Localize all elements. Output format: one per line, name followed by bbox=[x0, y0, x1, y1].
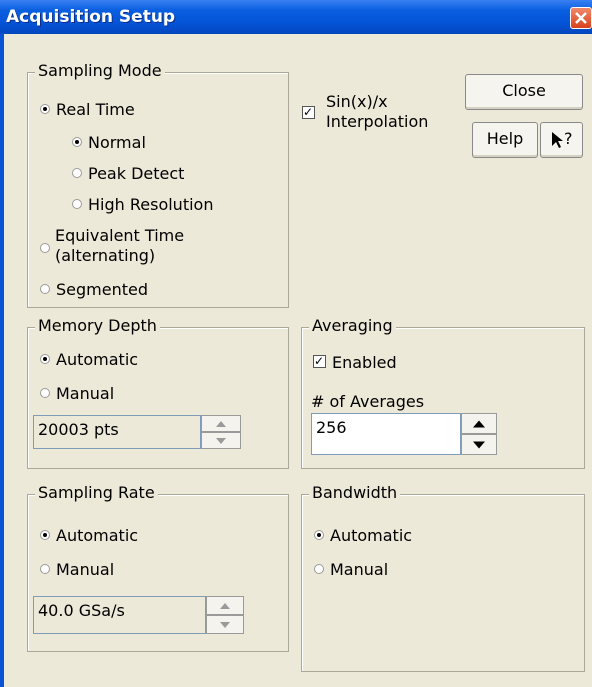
up-arrow-icon bbox=[473, 420, 485, 427]
radio-dot bbox=[314, 529, 324, 540]
radio-label: Equivalent Time bbox=[55, 226, 185, 245]
radio-label: Real Time bbox=[56, 100, 135, 119]
radio-label: Automatic bbox=[56, 350, 139, 369]
radio-label: Automatic bbox=[330, 526, 413, 545]
memory-depth-field[interactable]: 20003 pts bbox=[33, 415, 201, 449]
radio-dot bbox=[40, 387, 50, 398]
averaging-legend: Averaging bbox=[309, 316, 396, 336]
bandwidth-legend: Bandwidth bbox=[309, 483, 401, 503]
radio-label: High Resolution bbox=[88, 195, 214, 214]
spin-down-button[interactable] bbox=[206, 615, 244, 634]
radio-dot bbox=[40, 529, 50, 540]
radio-bandwidth-manual[interactable]: Manual bbox=[314, 560, 388, 580]
radio-dot bbox=[72, 167, 82, 178]
help-button[interactable]: Help bbox=[472, 122, 538, 158]
radio-dot bbox=[314, 563, 324, 574]
memory-depth-legend: Memory Depth bbox=[35, 316, 160, 336]
radio-rate-manual[interactable]: Manual bbox=[40, 560, 114, 580]
window-border bbox=[0, 34, 4, 687]
close-button[interactable]: Close bbox=[465, 74, 583, 110]
radio-dot bbox=[40, 243, 50, 253]
sampling-mode-legend: Sampling Mode bbox=[35, 61, 165, 81]
radio-label: Manual bbox=[56, 560, 115, 579]
radio-label: Automatic bbox=[56, 526, 139, 545]
window-title: Acquisition Setup bbox=[6, 7, 176, 27]
averages-count-label: # of Averages bbox=[311, 392, 425, 411]
radio-label-line2: (alternating) bbox=[55, 246, 156, 265]
radio-bandwidth-automatic[interactable]: Automatic bbox=[314, 526, 412, 546]
radio-high-resolution[interactable]: High Resolution bbox=[72, 195, 213, 215]
title-bar[interactable]: Acquisition Setup bbox=[0, 0, 592, 34]
radio-label: Segmented bbox=[56, 280, 148, 299]
radio-rate-automatic[interactable]: Automatic bbox=[40, 526, 138, 546]
radio-label: Peak Detect bbox=[88, 164, 185, 183]
radio-dot bbox=[40, 353, 50, 364]
down-arrow-icon bbox=[473, 441, 485, 448]
pointer-arrow-icon bbox=[552, 132, 563, 148]
down-arrow-icon bbox=[220, 621, 230, 628]
radio-memory-manual[interactable]: Manual bbox=[40, 384, 114, 404]
radio-dot bbox=[40, 103, 50, 114]
close-window-button[interactable] bbox=[570, 7, 592, 29]
up-arrow-icon bbox=[220, 602, 230, 609]
sinx-interpolation-checkbox[interactable]: Sin(x)/x Interpolation bbox=[302, 92, 452, 136]
radio-segmented[interactable]: Segmented bbox=[40, 280, 148, 300]
up-arrow-icon bbox=[216, 420, 226, 427]
radio-real-time[interactable]: Real Time bbox=[40, 100, 135, 120]
radio-peak-detect[interactable]: Peak Detect bbox=[72, 164, 184, 184]
averages-spinner[interactable] bbox=[461, 413, 497, 455]
radio-memory-automatic[interactable]: Automatic bbox=[40, 350, 138, 370]
sampling-rate-spinner[interactable] bbox=[206, 596, 244, 634]
radio-dot bbox=[40, 563, 50, 574]
averages-count-field[interactable]: 256 bbox=[311, 413, 461, 455]
radio-dot bbox=[72, 136, 82, 147]
radio-label: Manual bbox=[56, 384, 115, 403]
acquisition-setup-dialog: Acquisition Setup Sampling Mode Real Tim… bbox=[0, 0, 592, 687]
radio-normal[interactable]: Normal bbox=[72, 133, 146, 153]
spin-down-button[interactable] bbox=[201, 432, 241, 449]
spin-up-button[interactable] bbox=[206, 596, 244, 615]
sampling-rate-legend: Sampling Rate bbox=[35, 483, 158, 503]
memory-depth-spinner[interactable] bbox=[201, 415, 241, 449]
checkbox-box bbox=[302, 102, 315, 122]
radio-label: Normal bbox=[88, 133, 146, 152]
spin-up-button[interactable] bbox=[201, 415, 241, 432]
averaging-enabled-checkbox[interactable]: Enabled bbox=[313, 351, 397, 373]
radio-label: Manual bbox=[330, 560, 389, 579]
checkbox-label: Enabled bbox=[332, 353, 397, 372]
radio-dot bbox=[40, 283, 50, 294]
whats-this-button[interactable]: ? bbox=[540, 122, 583, 158]
interpolation-label-line1: Sin(x)/x bbox=[326, 92, 388, 111]
spin-up-button[interactable] bbox=[461, 413, 497, 434]
question-mark: ? bbox=[564, 129, 573, 148]
bandwidth-group: Bandwidth bbox=[301, 483, 585, 672]
radio-dot bbox=[72, 198, 82, 209]
checkbox-box bbox=[313, 351, 326, 371]
interpolation-label-line2: Interpolation bbox=[326, 112, 429, 131]
down-arrow-icon bbox=[216, 437, 226, 444]
spin-down-button[interactable] bbox=[461, 434, 497, 455]
close-icon bbox=[575, 12, 587, 24]
sampling-rate-field[interactable]: 40.0 GSa/s bbox=[33, 596, 206, 634]
